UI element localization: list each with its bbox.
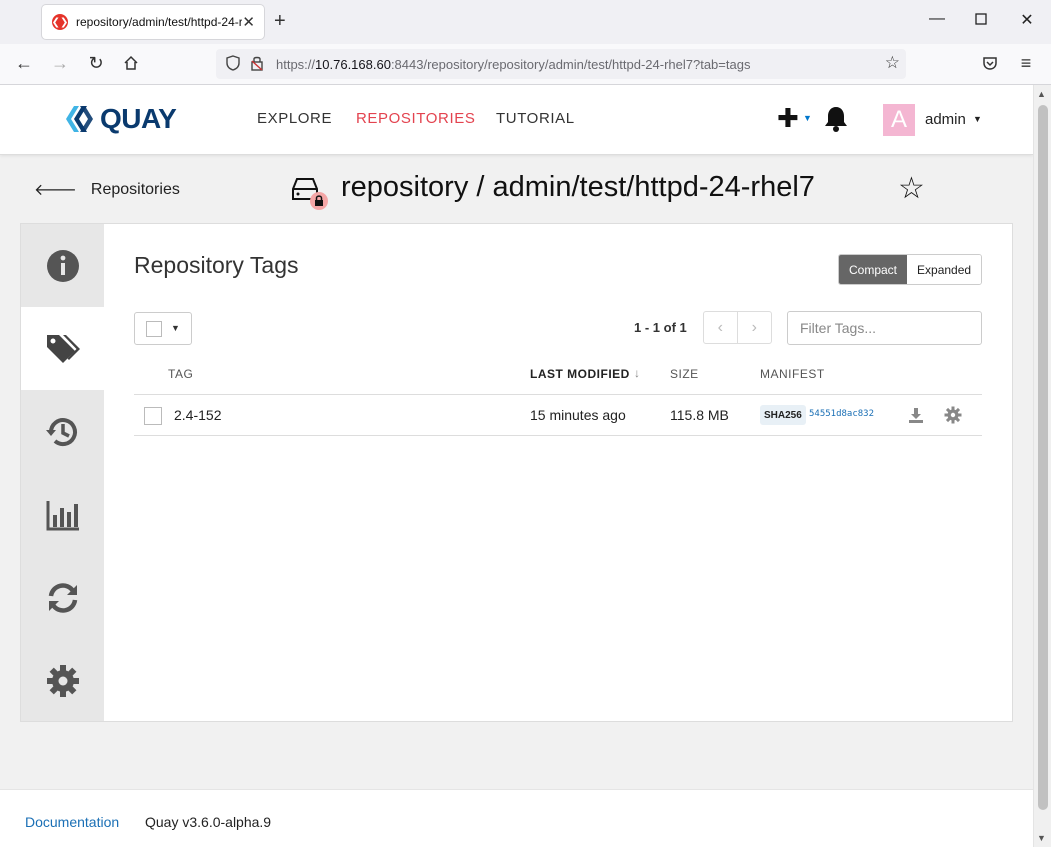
scroll-thumb[interactable] — [1038, 105, 1048, 810]
nav-repositories[interactable]: REPOSITORIES — [356, 110, 475, 127]
table-row: 2.4-152 15 minutes ago 115.8 MB SHA256 5… — [134, 394, 982, 436]
create-new-plus-icon[interactable]: ✚ — [777, 103, 799, 134]
manifest-algo-badge: SHA256 — [760, 405, 806, 425]
history-icon — [46, 417, 77, 446]
notifications-bell-icon[interactable] — [823, 105, 849, 133]
bulk-select-dropdown[interactable]: ▼ — [134, 312, 192, 345]
lock-warning-icon[interactable] — [250, 55, 264, 74]
nav-explore[interactable]: EXPLORE — [257, 110, 332, 127]
panel-title: Repository Tags — [134, 252, 299, 278]
star-repository-icon[interactable]: ☆ — [898, 171, 925, 206]
user-menu-name[interactable]: admin — [925, 111, 966, 128]
page-viewport: QUAY EXPLORE REPOSITORIES TUTORIAL ✚ ▼ A… — [0, 85, 1033, 847]
pagination-controls: ‹ › — [703, 311, 772, 344]
info-icon — [47, 249, 79, 282]
back-to-repositories-link[interactable]: 🡐 Repositories — [34, 179, 180, 200]
bookmark-star-icon[interactable]: ☆ — [885, 53, 900, 73]
manifest-digest-link[interactable]: 54551d8ac832 — [809, 409, 874, 419]
back-label: Repositories — [90, 180, 180, 198]
browser-tab[interactable]: ❮❯ repository/admin/test/httpd-24-rhel7 … — [42, 5, 264, 39]
sort-descending-icon[interactable]: ↓ — [634, 366, 640, 380]
user-avatar[interactable]: A — [883, 104, 915, 136]
browser-nav-bar: ← → ↻ https://10.76.168.60:8443/reposito… — [0, 44, 1051, 85]
url-bar[interactable]: https://10.76.168.60:8443/repository/rep… — [216, 49, 906, 79]
close-tab-icon[interactable]: ✕ — [242, 13, 255, 31]
select-caret-icon[interactable]: ▼ — [171, 323, 180, 333]
pocket-icon[interactable] — [979, 55, 1001, 76]
tab-history[interactable] — [21, 390, 105, 473]
back-arrow-icon: 🡐 — [34, 182, 77, 199]
view-mode-toggle: Compact Expanded — [838, 254, 983, 285]
last-modified-value: 15 minutes ago — [530, 407, 626, 423]
browser-tab-title: repository/admin/test/httpd-24-rhel7 — [76, 15, 242, 29]
url-text: https://10.76.168.60:8443/repository/rep… — [276, 56, 751, 72]
previous-page-icon[interactable]: ‹ — [704, 312, 738, 343]
compact-view-button[interactable]: Compact — [839, 255, 908, 284]
nav-tutorial[interactable]: TUTORIAL — [496, 110, 575, 127]
filter-tags-input[interactable] — [787, 311, 982, 345]
scroll-up-icon[interactable]: ▲ — [1037, 89, 1046, 99]
home-icon[interactable] — [120, 55, 142, 76]
row-checkbox[interactable] — [144, 407, 162, 425]
column-size[interactable]: SIZE — [670, 367, 699, 381]
tags-icon — [47, 334, 80, 363]
quay-header: QUAY EXPLORE REPOSITORIES TUTORIAL ✚ ▼ A… — [0, 85, 1033, 155]
maximize-icon[interactable] — [971, 12, 991, 30]
browser-tab-bar: ❮❯ repository/admin/test/httpd-24-rhel7 … — [0, 0, 1051, 44]
quay-logo-text: QUAY — [100, 103, 177, 134]
next-page-icon[interactable]: › — [738, 312, 772, 343]
repository-title: repository / admin/test/httpd-24-rhel7 — [341, 171, 815, 203]
repository-side-tabs — [20, 223, 105, 722]
private-repository-icon — [292, 178, 328, 210]
forward-icon[interactable]: → — [49, 53, 71, 74]
size-value: 115.8 MB — [670, 407, 729, 423]
scroll-down-icon[interactable]: ▼ — [1037, 833, 1046, 843]
select-all-checkbox[interactable] — [146, 321, 162, 337]
tracking-shield-icon[interactable] — [226, 54, 240, 74]
menu-icon[interactable]: ≡ — [1015, 53, 1037, 74]
column-manifest[interactable]: MANIFEST — [760, 367, 825, 381]
quay-favicon-icon: ❮❯ — [52, 14, 68, 30]
quay-logo-icon — [66, 106, 93, 132]
settings-icon — [47, 664, 79, 697]
page-footer: Documentation Quay v3.6.0-alpha.9 — [0, 789, 1033, 847]
version-label: Quay v3.6.0-alpha.9 — [145, 814, 272, 830]
tab-builds[interactable] — [21, 556, 105, 639]
quay-logo[interactable]: QUAY — [64, 102, 177, 136]
page-scrollbar[interactable]: ▲ ▼ — [1033, 85, 1051, 847]
tab-settings[interactable] — [21, 639, 105, 722]
back-icon[interactable]: ← — [13, 53, 35, 74]
column-tag[interactable]: TAG — [168, 367, 193, 381]
usage-logs-icon — [46, 500, 79, 530]
download-icon[interactable] — [907, 406, 925, 424]
tab-information[interactable] — [21, 224, 105, 307]
expanded-view-button[interactable]: Expanded — [907, 255, 982, 284]
tags-panel: Repository Tags Compact Expanded ▼ 1 - 1… — [104, 223, 1013, 722]
builds-icon — [48, 582, 78, 613]
new-tab-icon[interactable]: + — [274, 10, 286, 33]
pagination-count: 1 - 1 of 1 — [634, 320, 687, 335]
minimize-icon[interactable]: — — [927, 10, 947, 28]
close-window-icon[interactable]: ✕ — [1017, 10, 1037, 30]
user-caret-icon[interactable]: ▼ — [973, 114, 982, 124]
tag-name[interactable]: 2.4-152 — [174, 407, 221, 423]
tab-tags[interactable] — [21, 307, 105, 390]
column-last-modified[interactable]: LAST MODIFIED — [530, 367, 630, 381]
create-caret-icon[interactable]: ▼ — [803, 113, 812, 123]
tag-options-gear-icon[interactable] — [944, 406, 962, 424]
documentation-link[interactable]: Documentation — [25, 814, 119, 830]
tab-usage-logs[interactable] — [21, 473, 105, 556]
reload-icon[interactable]: ↻ — [85, 53, 107, 74]
